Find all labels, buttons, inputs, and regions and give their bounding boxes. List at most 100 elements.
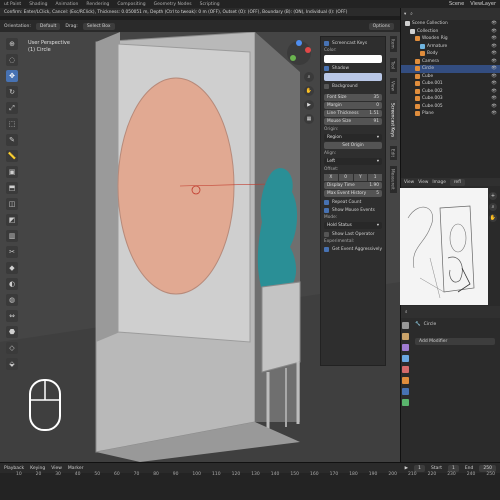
outliner-item[interactable]: Cube.005 👁 <box>401 103 500 111</box>
zoom-icon[interactable]: ⌕ <box>304 72 314 82</box>
show-mouse-events-toggle[interactable]: Show Mouse Events <box>324 206 382 214</box>
offset-y-label[interactable]: Y <box>353 174 368 181</box>
outliner-item[interactable]: Camera 👁 <box>401 58 500 66</box>
tab-measureit[interactable]: Measureit <box>389 165 397 193</box>
image-menu[interactable]: Image <box>432 180 445 185</box>
outliner-item[interactable]: Cube.002 👁 <box>401 88 500 96</box>
cursor-icon[interactable]: ⊕ <box>6 38 18 50</box>
screencast-keys-toggle[interactable]: Screencast Keys <box>324 39 382 47</box>
tab-geometry-nodes[interactable]: Geometry Nodes <box>150 2 196 7</box>
mode-dropdown[interactable]: Hold Status ▾ <box>324 222 382 229</box>
annotate-icon[interactable]: ✎ <box>6 134 18 146</box>
end-frame-field[interactable]: 250 <box>479 464 496 472</box>
checkbox-icon[interactable] <box>324 65 329 71</box>
play-icon[interactable]: ▶ <box>405 466 408 471</box>
select-icon[interactable]: ◌ <box>6 54 18 66</box>
tab-rendering[interactable]: Rendering <box>82 2 113 7</box>
orientation-dropdown[interactable]: Default <box>35 22 61 30</box>
tab-scripting[interactable]: Scripting <box>196 2 224 7</box>
search-icon[interactable]: ⌕ <box>410 11 413 17</box>
visibility-eye-icon[interactable]: 👁 <box>491 111 497 116</box>
visibility-eye-icon[interactable]: 👁 <box>491 66 497 71</box>
view-layer-props-icon[interactable] <box>401 355 409 362</box>
knife-icon[interactable]: ✂ <box>6 246 18 258</box>
visibility-eye-icon[interactable]: 👁 <box>491 89 497 94</box>
max-event-history-field[interactable]: Max Event History 5 <box>324 190 382 197</box>
outliner-item[interactable]: Body 👁 <box>401 50 500 58</box>
filter-icon[interactable]: ▾ <box>404 12 406 17</box>
shadow-color-swatch[interactable] <box>324 73 382 81</box>
visibility-eye-icon[interactable]: 👁 <box>491 74 497 79</box>
checkbox-icon[interactable] <box>324 231 329 237</box>
line-thickness-field[interactable]: Line Thickness 1.51 <box>324 110 382 117</box>
tab-shading[interactable]: Shading <box>25 2 51 7</box>
object-props-icon[interactable] <box>401 377 409 384</box>
tab-tool[interactable]: Tool <box>389 57 397 72</box>
playback-menu[interactable]: Playback <box>4 466 24 471</box>
add-cube-icon[interactable]: ▣ <box>6 166 18 178</box>
outliner-item[interactable]: Plane 👁 <box>401 110 500 118</box>
visibility-eye-icon[interactable]: 👁 <box>491 104 497 109</box>
bevel-icon[interactable]: ◩ <box>6 214 18 226</box>
visibility-eye-icon[interactable]: 👁 <box>491 36 497 41</box>
tab-texture-paint[interactable]: ut Paint <box>0 2 25 7</box>
rotate-icon[interactable]: ↻ <box>6 86 18 98</box>
add-modifier-button[interactable]: Add Modifier <box>415 338 495 345</box>
camera-icon[interactable]: ▶ <box>304 100 314 110</box>
pan-icon[interactable]: ✋ <box>489 214 497 222</box>
polybuild-icon[interactable]: ◆ <box>6 262 18 274</box>
render-props-icon[interactable] <box>401 333 409 340</box>
current-frame-field[interactable]: 1 <box>414 464 425 472</box>
drag-select-dropdown[interactable]: Select Box <box>82 22 115 30</box>
origin-dropdown[interactable]: Region ▾ <box>324 134 382 141</box>
cursor-icon[interactable]: + <box>489 192 497 200</box>
font-size-field[interactable]: Font Size 35 <box>324 94 382 101</box>
tab-item[interactable]: Item <box>389 36 397 52</box>
outliner-item[interactable]: Cube.003 👁 <box>401 95 500 103</box>
visibility-eye-icon[interactable]: 👁 <box>491 21 497 26</box>
shadow-toggle[interactable]: Shadow <box>324 64 382 72</box>
inset-icon[interactable]: ◫ <box>6 198 18 210</box>
checkbox-icon[interactable] <box>324 207 329 213</box>
tab-animation[interactable]: Animation <box>51 2 82 7</box>
image-name-field[interactable]: refl <box>449 178 465 186</box>
view-menu-2[interactable]: View <box>418 180 428 185</box>
options-dropdown[interactable]: Options <box>368 22 394 30</box>
checkbox-icon[interactable] <box>324 199 329 205</box>
scene-selector[interactable]: Scene <box>449 1 464 7</box>
visibility-eye-icon[interactable]: 👁 <box>491 81 497 86</box>
checkbox-icon[interactable] <box>324 83 329 89</box>
loopcut-icon[interactable]: ▥ <box>6 230 18 242</box>
outliner-item[interactable]: Cube.001 👁 <box>401 80 500 88</box>
tab-view[interactable]: View <box>389 77 397 94</box>
marker-menu[interactable]: Marker <box>68 466 84 471</box>
show-last-operator-toggle[interactable]: Show Last Operator <box>324 230 382 238</box>
tab-screencast-keys[interactable]: Screencast Keys <box>389 99 397 140</box>
tab-edit[interactable]: Edit <box>389 145 397 160</box>
margin-field[interactable]: Margin 0 <box>324 102 382 109</box>
view-menu[interactable]: View <box>51 466 62 471</box>
outliner-item[interactable]: Collection 👁 <box>401 28 500 36</box>
background-toggle[interactable]: Background <box>324 82 382 90</box>
visibility-eye-icon[interactable]: 👁 <box>491 44 497 49</box>
data-props-icon[interactable] <box>401 399 409 406</box>
scale-icon[interactable]: ⤢ <box>6 102 18 114</box>
outliner-item[interactable]: Scene Collection 👁 <box>401 20 500 28</box>
color-swatch[interactable] <box>324 55 382 63</box>
start-frame-field[interactable]: 1 <box>447 464 459 472</box>
repeat-count-toggle[interactable]: Repeat Count <box>324 198 382 206</box>
zoom-icon[interactable]: ⌕ <box>489 203 497 211</box>
search-icon[interactable]: ⌕ <box>405 309 408 315</box>
shrink-icon[interactable]: ⬣ <box>6 326 18 338</box>
grid-icon[interactable]: ▦ <box>304 114 314 124</box>
navigation-gizmo-icon[interactable] <box>284 38 314 68</box>
outliner-item[interactable]: Circle 👁 <box>401 65 500 73</box>
shear-icon[interactable]: ◇ <box>6 342 18 354</box>
edge-slide-icon[interactable]: ⇔ <box>6 310 18 322</box>
extrude-icon[interactable]: ⬒ <box>6 182 18 194</box>
mouse-size-field[interactable]: Mouse Size 91 <box>324 118 382 125</box>
modifier-props-icon[interactable] <box>401 388 409 395</box>
offset-x-label[interactable]: X <box>324 174 338 181</box>
smooth-icon[interactable]: ◍ <box>6 294 18 306</box>
visibility-eye-icon[interactable]: 👁 <box>491 51 497 56</box>
